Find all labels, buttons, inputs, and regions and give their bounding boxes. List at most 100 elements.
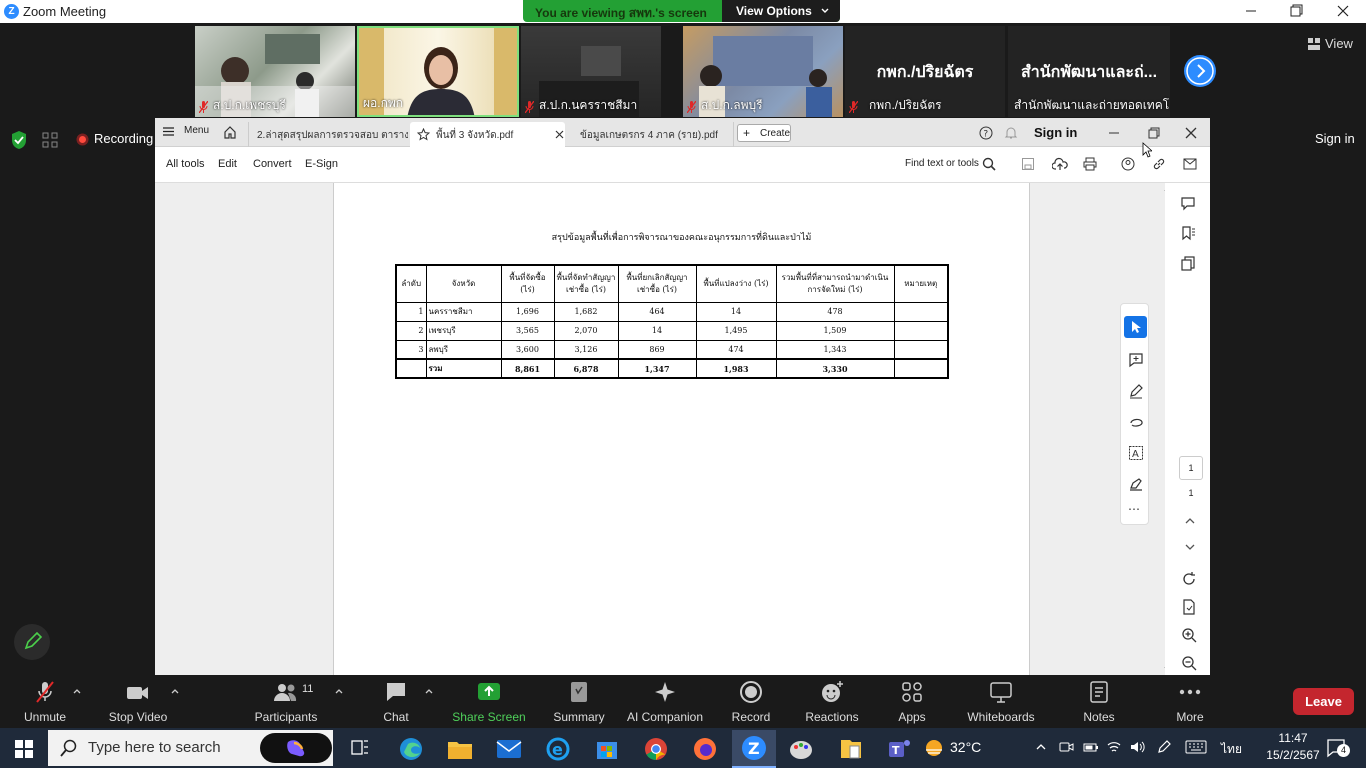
- share-screen-button[interactable]: Share Screen: [452, 679, 526, 725]
- participants-button[interactable]: 11 Participants: [250, 679, 322, 725]
- text-box-icon[interactable]: A: [1128, 445, 1144, 461]
- mail-icon[interactable]: [1183, 158, 1197, 170]
- help-icon[interactable]: ?: [979, 126, 993, 140]
- pen-icon[interactable]: [1156, 739, 1172, 755]
- participants-caret-icon[interactable]: [334, 687, 344, 695]
- volume-icon[interactable]: [1129, 739, 1145, 755]
- save-icon[interactable]: [1021, 157, 1035, 171]
- record-button[interactable]: Record: [727, 679, 775, 725]
- acrobat-restore-icon[interactable]: [1147, 126, 1161, 140]
- pages-panel-icon[interactable]: [1180, 255, 1196, 271]
- whiteboards-button[interactable]: Whiteboards: [963, 679, 1039, 725]
- edge-browser-icon[interactable]: [398, 736, 424, 762]
- video-tile-active-speaker[interactable]: ผอ.กพก: [357, 26, 519, 117]
- tab-document-1[interactable]: 2.ล่าสุดสรุปผลการตรวจสอบ ตาราง 4 ภา...: [248, 122, 408, 147]
- clock[interactable]: 11:47 15/2/2567: [1260, 731, 1326, 762]
- refresh-icon[interactable]: [1181, 571, 1197, 587]
- close-tab-icon[interactable]: [555, 130, 564, 139]
- copilot-button[interactable]: [260, 733, 332, 763]
- taskbar-search-box[interactable]: Type here to search: [48, 730, 333, 766]
- highlight-pen-icon[interactable]: [1128, 383, 1144, 399]
- search-icon[interactable]: [982, 157, 996, 171]
- find-tools-field[interactable]: Find text or tools: [905, 158, 979, 169]
- home-icon[interactable]: [223, 125, 237, 139]
- acrobat-close-icon[interactable]: [1184, 126, 1198, 140]
- chat-caret-icon[interactable]: [424, 687, 434, 695]
- keyboard-icon[interactable]: [1185, 740, 1207, 754]
- next-page-button[interactable]: [1184, 55, 1216, 87]
- video-tile[interactable]: กพก./ปริยฉัตร กพก./ปริยฉัตร: [845, 26, 1005, 117]
- page-up-icon[interactable]: [1184, 516, 1196, 526]
- document-viewport[interactable]: สรุปข้อมูลพื้นที่เพื่อการพิจารณาของคณะอน…: [155, 183, 1170, 675]
- recording-indicator[interactable]: Recording: [71, 128, 155, 150]
- all-tools-tab[interactable]: All tools: [166, 158, 205, 170]
- internet-explorer-icon[interactable]: e: [545, 736, 571, 762]
- tab-document-3[interactable]: ข้อมูลเกษตรกร 4 ภาค (ราย).pdf: [569, 122, 734, 147]
- leave-button[interactable]: Leave: [1293, 688, 1354, 715]
- share-user-icon[interactable]: [1121, 157, 1135, 171]
- link-icon[interactable]: [1152, 157, 1166, 171]
- annotate-button[interactable]: [14, 624, 50, 660]
- bell-icon[interactable]: [1004, 126, 1018, 140]
- restore-button[interactable]: [1274, 0, 1320, 23]
- tab-document-2-active[interactable]: พื้นที่ 3 จังหวัด.pdf: [410, 122, 565, 147]
- battery-icon[interactable]: [1083, 739, 1099, 755]
- summary-button[interactable]: Summary: [549, 679, 609, 725]
- acrobat-sign-in[interactable]: Sign in: [1034, 125, 1077, 140]
- ai-companion-button[interactable]: AI Companion: [625, 679, 705, 725]
- view-options-button[interactable]: View Options: [722, 0, 840, 22]
- paint-icon[interactable]: [788, 736, 814, 762]
- view-button[interactable]: View: [1308, 36, 1358, 52]
- esign-tab[interactable]: E-Sign: [305, 158, 338, 170]
- acrobat-minimize-icon[interactable]: [1107, 126, 1121, 140]
- wifi-icon[interactable]: [1106, 739, 1122, 755]
- stop-video-button[interactable]: Stop Video: [103, 679, 173, 725]
- input-language[interactable]: ไทย: [1221, 740, 1242, 759]
- file-manager-icon[interactable]: [838, 736, 864, 762]
- video-tile[interactable]: ส.ป.ก.ลพบุรี: [683, 26, 843, 117]
- video-tile[interactable]: ส.ป.ก.เพชรบุรี: [195, 26, 355, 117]
- more-tools-icon[interactable]: ⋯: [1128, 502, 1140, 516]
- star-icon[interactable]: [417, 128, 430, 141]
- notes-button[interactable]: Notes: [1078, 679, 1120, 725]
- video-tile[interactable]: ส.ป.ก.นครราชสีมา: [521, 26, 661, 117]
- windows-start-icon[interactable]: [15, 740, 33, 758]
- zoom-sign-in-link[interactable]: Sign in: [1315, 131, 1355, 146]
- firefox-icon[interactable]: [692, 736, 718, 762]
- video-tile[interactable]: สำนักพัฒนาและถ่... สำนักพัฒนาและถ่ายทอดเ…: [1008, 26, 1170, 117]
- close-button[interactable]: [1320, 0, 1366, 23]
- edit-tab[interactable]: Edit: [218, 158, 237, 170]
- comments-panel-icon[interactable]: [1180, 195, 1196, 211]
- security-shield-icon[interactable]: [10, 130, 28, 150]
- more-button[interactable]: More: [1170, 679, 1210, 725]
- reactions-button[interactable]: Reactions: [802, 679, 862, 725]
- draw-lasso-icon[interactable]: [1128, 414, 1144, 430]
- comment-add-icon[interactable]: [1128, 352, 1144, 368]
- page-number-input[interactable]: 1: [1179, 456, 1203, 480]
- upload-cloud-icon[interactable]: [1052, 157, 1068, 171]
- apps-button[interactable]: Apps: [890, 679, 934, 725]
- tray-chevron-icon[interactable]: [1035, 742, 1047, 752]
- unmute-button[interactable]: Unmute: [15, 679, 75, 725]
- save-copy-icon[interactable]: [1181, 599, 1197, 615]
- task-view-icon[interactable]: [350, 738, 370, 758]
- teams-icon[interactable]: T: [886, 736, 912, 762]
- minimize-button[interactable]: [1228, 0, 1274, 23]
- convert-tab[interactable]: Convert: [253, 158, 292, 170]
- file-explorer-icon[interactable]: [447, 738, 473, 760]
- page-down-icon[interactable]: [1184, 542, 1196, 552]
- zoom-taskbar-item[interactable]: Z: [732, 730, 776, 768]
- video-options-caret-icon[interactable]: [170, 687, 180, 695]
- bookmarks-icon[interactable]: [1180, 225, 1196, 241]
- grid-icon[interactable]: [42, 132, 58, 148]
- microsoft-store-icon[interactable]: [594, 736, 620, 762]
- meet-now-icon[interactable]: [1058, 739, 1074, 755]
- chat-button[interactable]: Chat: [376, 679, 416, 725]
- chrome-icon[interactable]: [643, 736, 669, 762]
- mail-app-icon[interactable]: [496, 739, 522, 759]
- print-icon[interactable]: [1083, 157, 1097, 171]
- zoom-in-icon[interactable]: [1181, 627, 1197, 643]
- zoom-out-icon[interactable]: [1181, 655, 1197, 671]
- sign-icon[interactable]: [1128, 476, 1144, 492]
- create-button[interactable]: + Create: [737, 124, 791, 142]
